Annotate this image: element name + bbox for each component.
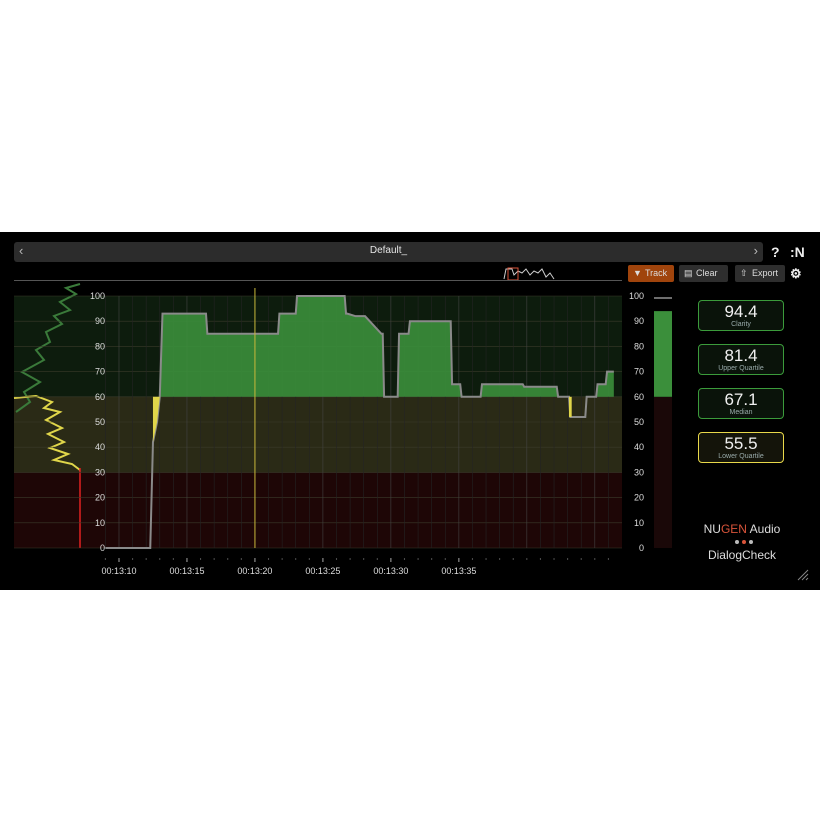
x-minor-tick bbox=[308, 558, 310, 560]
low-clarity-segment bbox=[568, 396, 572, 417]
stat-caption: Median bbox=[729, 409, 753, 416]
meter-tick-label: 20 bbox=[634, 493, 644, 503]
meter-red-band bbox=[654, 396, 672, 548]
x-minor-tick bbox=[390, 558, 392, 560]
stat-caption: Clarity bbox=[731, 321, 751, 328]
x-minor-tick bbox=[172, 558, 174, 560]
x-minor-tick bbox=[104, 558, 106, 560]
meter-tick-label: 60 bbox=[634, 392, 644, 402]
x-minor-tick bbox=[553, 558, 555, 560]
x-minor-tick bbox=[145, 558, 147, 560]
next-preset-icon[interactable]: › bbox=[754, 243, 758, 258]
y-tick-label: 60 bbox=[95, 392, 105, 402]
x-tick-label: 00:13:25 bbox=[305, 566, 340, 576]
x-minor-tick bbox=[607, 558, 610, 560]
x-tick-label: 00:13:20 bbox=[237, 566, 272, 576]
x-tick-label: 00:13:35 bbox=[441, 566, 476, 576]
x-minor-tick bbox=[199, 558, 202, 560]
x-minor-tick bbox=[485, 558, 487, 560]
x-minor-tick bbox=[539, 558, 542, 560]
y-tick-label: 30 bbox=[95, 467, 105, 477]
x-minor-tick bbox=[335, 558, 338, 560]
resize-handle-icon[interactable] bbox=[797, 569, 809, 581]
stat-box-clarity: 94.4 Clarity bbox=[698, 300, 784, 331]
x-minor-tick bbox=[594, 558, 596, 560]
meter-tick-label: 40 bbox=[634, 442, 644, 452]
export-button[interactable]: ⇧ Export bbox=[735, 265, 785, 282]
clarity-chart[interactable]: 0 10 20 30 40 50 60 70 80 90 100 0 10 20 30 40 50 60 70 80… bbox=[0, 232, 690, 590]
meter-tick-label: 30 bbox=[634, 467, 644, 477]
x-minor-tick bbox=[580, 558, 582, 560]
x-minor-tick bbox=[431, 558, 433, 560]
y-tick-label: 20 bbox=[95, 493, 105, 503]
brand-dots-icon bbox=[735, 540, 753, 544]
x-minor-tick bbox=[363, 558, 365, 560]
stat-value: 55.5 bbox=[724, 434, 758, 453]
x-tick-label: 00:13:30 bbox=[373, 566, 408, 576]
y-tick-label: 90 bbox=[95, 316, 105, 326]
y-tick-label: 0 bbox=[100, 543, 105, 553]
export-icon: ⇧ bbox=[740, 268, 748, 278]
meter-tick-label: 0 bbox=[639, 543, 644, 553]
x-minor-tick bbox=[281, 558, 283, 560]
y-tick-label: 70 bbox=[95, 367, 105, 377]
stat-box-upper-quartile: 81.4 Upper Quartile bbox=[698, 344, 784, 375]
dialogcheck-plugin-window: ‹ Default_ › ? :N ▼ Track ▤ Clear ⇧ Expo… bbox=[0, 232, 820, 590]
x-minor-tick bbox=[213, 558, 215, 560]
x-minor-tick bbox=[458, 558, 460, 560]
y-tick-label: 40 bbox=[95, 442, 105, 452]
x-minor-tick bbox=[131, 558, 134, 560]
x-minor-tick bbox=[376, 558, 378, 560]
stat-box-median: 67.1 Median bbox=[698, 388, 784, 419]
x-minor-tick bbox=[349, 558, 351, 560]
x-tick-label: 00:13:15 bbox=[169, 566, 204, 576]
x-minor-tick bbox=[240, 558, 242, 560]
help-button[interactable]: ? bbox=[771, 244, 780, 260]
x-minor-tick bbox=[403, 558, 406, 560]
meter-tick-label: 80 bbox=[634, 341, 644, 351]
stat-value: 81.4 bbox=[724, 346, 758, 365]
y-tick-label: 80 bbox=[95, 341, 105, 351]
x-tick-label: 00:13:10 bbox=[101, 566, 136, 576]
stat-value: 67.1 bbox=[724, 390, 758, 409]
y-tick-label: 50 bbox=[95, 417, 105, 427]
x-minor-tick bbox=[512, 558, 514, 560]
brand-name: NUGEN Audio bbox=[703, 522, 781, 536]
x-minor-tick bbox=[118, 558, 120, 560]
y-tick-label: 100 bbox=[90, 291, 105, 301]
meter-tick-label: 10 bbox=[634, 518, 644, 528]
x-minor-tick bbox=[254, 558, 256, 560]
product-name: DialogCheck bbox=[707, 548, 777, 562]
x-minor-tick bbox=[444, 558, 446, 560]
x-minor-tick bbox=[526, 558, 528, 560]
x-minor-tick bbox=[567, 558, 569, 560]
x-minor-tick bbox=[499, 558, 501, 560]
stat-value: 94.4 bbox=[724, 302, 758, 321]
nugen-logo-menu[interactable]: :N bbox=[790, 244, 805, 260]
y-tick-label: 10 bbox=[95, 518, 105, 528]
x-minor-tick bbox=[227, 558, 229, 560]
meter-level-bar bbox=[654, 311, 672, 397]
x-minor-tick bbox=[295, 558, 297, 560]
x-minor-tick bbox=[267, 558, 270, 560]
meter-tick-label: 100 bbox=[629, 291, 644, 301]
x-minor-tick bbox=[159, 558, 161, 560]
x-minor-tick bbox=[471, 558, 474, 560]
meter-tick-label: 70 bbox=[634, 367, 644, 377]
stat-caption: Lower Quartile bbox=[718, 453, 764, 460]
x-minor-tick bbox=[417, 558, 419, 560]
x-minor-tick bbox=[322, 558, 324, 560]
stat-box-lower-quartile: 55.5 Lower Quartile bbox=[698, 432, 784, 463]
x-minor-tick bbox=[186, 558, 188, 560]
stat-caption: Upper Quartile bbox=[718, 365, 764, 372]
meter-tick-label: 50 bbox=[634, 417, 644, 427]
settings-gear-icon[interactable]: ⚙ bbox=[790, 266, 802, 282]
meter-tick-label: 90 bbox=[634, 316, 644, 326]
